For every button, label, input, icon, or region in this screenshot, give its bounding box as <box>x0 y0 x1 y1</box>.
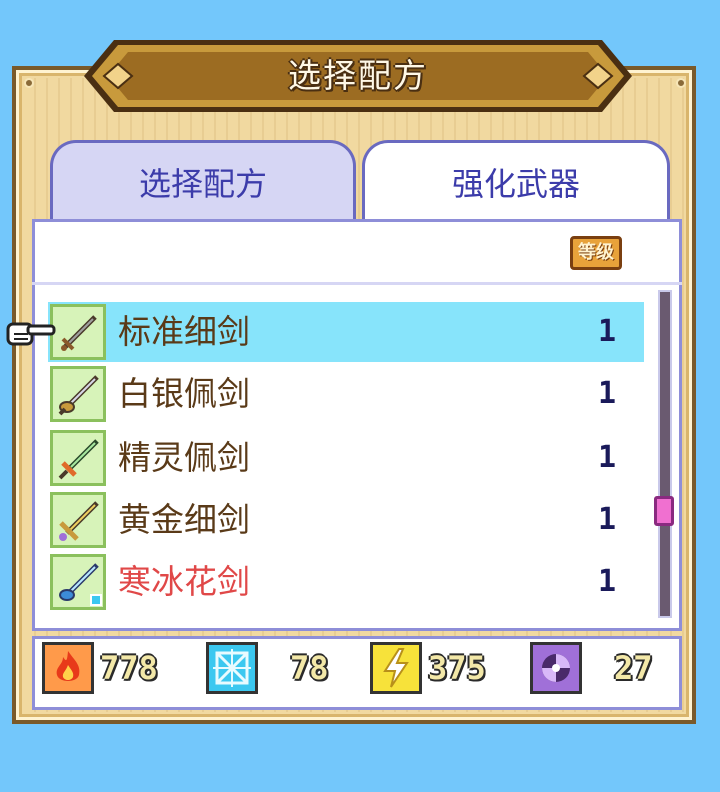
fire-resource-count: 778 <box>100 649 158 687</box>
tab-select-recipe[interactable]: 选择配方 <box>50 140 356 222</box>
recipe-name: 黄金细剑 <box>118 500 250 539</box>
window-title: 选择配方 <box>288 56 428 95</box>
level-column-header: 等级 <box>570 236 622 270</box>
rapier-icon <box>50 304 106 360</box>
elf-saber-icon <box>50 430 106 486</box>
title-plaque: 选择配方 <box>84 36 632 116</box>
lightning-resource-count: 375 <box>428 649 486 687</box>
tab-label: 强化武器 <box>451 165 580 203</box>
recipe-level: 1 <box>597 564 616 599</box>
recipe-name: 标准细剑 <box>118 312 250 351</box>
recipe-row-standard-rapier[interactable]: 标准细剑 1 <box>48 302 644 362</box>
ice-element-icon <box>206 642 258 694</box>
saber-icon <box>50 366 106 422</box>
hand-pointer-icon <box>6 316 56 354</box>
ice-sword-icon <box>50 554 106 610</box>
recipe-row-golden-rapier[interactable]: 黄金细剑 1 <box>48 490 644 550</box>
recipe-row-elf-saber[interactable]: 精灵佩剑 1 <box>48 428 644 488</box>
list-scrollbar[interactable] <box>658 290 672 618</box>
dark-element-icon <box>530 642 582 694</box>
lightning-element-icon <box>370 642 422 694</box>
recipe-name: 白银佩剑 <box>118 374 250 413</box>
recipe-level: 1 <box>597 440 616 475</box>
tab-upgrade-weapon[interactable]: 强化武器 <box>362 140 670 226</box>
dark-resource-count: 27 <box>614 649 653 687</box>
fire-element-icon <box>42 642 94 694</box>
scrollbar-thumb[interactable] <box>654 496 674 526</box>
rivet-icon <box>24 78 34 88</box>
recipe-level: 1 <box>597 502 616 537</box>
recipe-row-ice-blossom-sword[interactable]: 寒冰花剑 1 <box>48 552 644 612</box>
golden-rapier-icon <box>50 492 106 548</box>
ice-resource-count: 78 <box>290 649 329 687</box>
recipe-name: 精灵佩剑 <box>118 438 250 477</box>
recipe-name: 寒冰花剑 <box>118 562 250 601</box>
recipe-level: 1 <box>597 376 616 411</box>
tab-label: 选择配方 <box>138 165 267 203</box>
recipe-row-silver-saber[interactable]: 白银佩剑 1 <box>48 364 644 424</box>
recipe-level: 1 <box>597 314 616 349</box>
rivet-icon <box>676 78 686 88</box>
